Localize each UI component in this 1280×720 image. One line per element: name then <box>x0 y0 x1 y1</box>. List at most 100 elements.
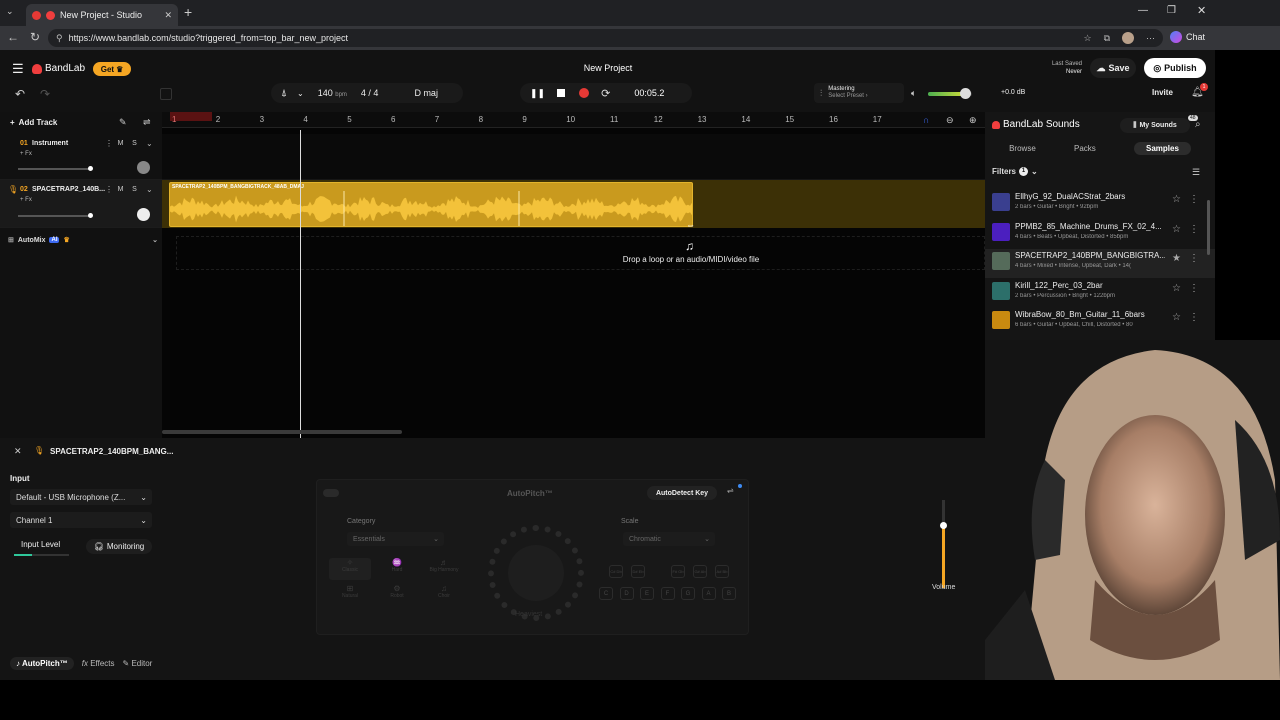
record-icon[interactable] <box>579 88 590 98</box>
track-expand-icon[interactable]: ⌄ <box>146 139 153 148</box>
tab-list-icon[interactable]: ⌄ <box>6 6 14 17</box>
sound-list-item[interactable]: Kirill_122_Perc_03_2bar 2 bars • Percussi… <box>985 279 1215 308</box>
preset-button[interactable]: ✧ Classic <box>329 558 371 580</box>
track-lane-1[interactable] <box>162 134 985 180</box>
zoom-out-icon[interactable]: ⊖ <box>946 115 954 126</box>
sound-more-icon[interactable]: ⋮ <box>1189 194 1199 205</box>
mastering-button[interactable]: ⫶ Mastering Select Preset › <box>814 83 904 103</box>
key-selector[interactable]: D maj <box>414 88 438 98</box>
preset-button[interactable]: ♫ Choir <box>423 584 465 606</box>
ruler[interactable]: 1 2 3 4 5 6 7 8 9 10 11 12 13 14 15 16 17 ∩ ⊖ ⊕ <box>162 112 985 128</box>
profile-avatar[interactable] <box>1122 32 1134 44</box>
sound-thumbnail[interactable] <box>992 193 1010 211</box>
favorite-star-icon[interactable]: ☆ <box>1172 224 1181 235</box>
add-track-button[interactable]: + Add Track <box>10 118 57 127</box>
track-header-2[interactable]: 🎙︎ 02 SPACETRAP2_140B... ⋮ M S ⌄ + Fx <box>0 180 162 228</box>
sound-thumbnail[interactable] <box>992 281 1010 300</box>
preset-button[interactable]: ♬ Big Harmony <box>423 558 465 580</box>
pencil-icon[interactable]: ✎ <box>119 117 127 128</box>
note-key[interactable]: A <box>701 587 716 600</box>
mute-button[interactable]: M <box>115 185 126 195</box>
automix-row[interactable]: ⊞ AutoMix AI ♛ ⌄ <box>8 236 158 245</box>
playhead[interactable] <box>300 130 301 438</box>
track-name[interactable]: SPACETRAP2_140B... <box>32 186 105 193</box>
add-fx-button[interactable]: + Fx <box>20 151 32 157</box>
note-key[interactable]: E <box>640 587 654 600</box>
output-volume-knob[interactable] <box>940 522 947 529</box>
track-volume-knob[interactable] <box>88 166 93 171</box>
sharp-key[interactable]: A# Bb <box>715 565 729 578</box>
browser-tab[interactable]: New Project - Studio ✕ <box>26 4 178 26</box>
track-name[interactable]: Instrument <box>32 140 68 147</box>
timeline[interactable]: 1 2 3 4 5 6 7 8 9 10 11 12 13 14 15 16 17 ∩ ⊖ ⊕ SPACETRA… <box>162 112 985 438</box>
menu-dots-icon[interactable]: ⋯ <box>1146 33 1155 44</box>
track-menu-icon[interactable]: ⋮ <box>105 139 113 148</box>
solo-button[interactable]: S <box>129 185 140 195</box>
new-tab-icon[interactable]: + <box>184 4 192 20</box>
save-button[interactable]: ☁ Save <box>1090 58 1136 78</box>
output-volume-slider[interactable] <box>940 500 947 588</box>
note-key[interactable]: F <box>660 587 675 600</box>
pause-icon[interactable]: ❚❚ <box>530 88 545 99</box>
track-pan-knob[interactable] <box>137 208 150 221</box>
tab-close-icon[interactable]: ✕ <box>164 10 172 21</box>
invite-button[interactable]: Invite <box>1152 88 1173 97</box>
track-volume-knob[interactable] <box>88 213 93 218</box>
snap-magnet-icon[interactable]: ∩ <box>923 115 929 125</box>
track-header-1[interactable]: 01 Instrument ⋮ M S ⌄ + Fx <box>0 134 162 180</box>
tab-editor[interactable]: ✎ Editor <box>123 659 153 668</box>
horizontal-scrollbar[interactable] <box>162 430 402 434</box>
metronome-icon[interactable]: ⍋ <box>281 88 287 99</box>
track-volume-slider[interactable] <box>18 213 93 218</box>
favorite-star-icon[interactable]: ☆ <box>1172 194 1181 205</box>
sharp-key[interactable]: C# Db <box>609 565 623 578</box>
bandlab-logo[interactable]: BandLab <box>32 63 85 74</box>
window-close-icon[interactable]: ✕ <box>1197 4 1206 17</box>
extensions-icon[interactable]: ⧉ <box>1104 33 1110 44</box>
sound-more-icon[interactable]: ⋮ <box>1189 224 1199 235</box>
input-device-select[interactable]: Default - USB Microphone (Z... ⌄ <box>10 489 152 505</box>
track-pan-knob[interactable] <box>137 161 150 174</box>
sound-more-icon[interactable]: ⋮ <box>1189 253 1199 264</box>
note-key[interactable]: D <box>619 587 634 600</box>
sharp-key[interactable]: G# Ab <box>693 565 707 578</box>
favorite-star-icon[interactable]: ☆ <box>1172 312 1181 323</box>
mute-button[interactable]: M <box>115 139 126 149</box>
preset-button[interactable]: ⚙ Robot <box>376 584 418 606</box>
track-expand-icon[interactable]: ⌄ <box>146 185 153 194</box>
zoom-in-icon[interactable]: ⊕ <box>969 115 977 126</box>
category-select[interactable]: Essentials ⌄ <box>347 532 444 546</box>
sound-thumbnail[interactable] <box>992 222 1010 241</box>
drop-zone[interactable] <box>176 236 985 270</box>
solo-button[interactable]: S <box>129 139 140 149</box>
bookmark-star-icon[interactable]: ☆ <box>1083 33 1091 44</box>
monitoring-button[interactable]: 🎧︎ Monitoring <box>86 539 152 554</box>
tab-browse[interactable]: Browse <box>1009 144 1036 153</box>
sharp-key[interactable]: D# Eb <box>631 565 645 578</box>
chat-button[interactable]: Chat <box>1170 31 1205 43</box>
sound-list-item[interactable]: PPMB2_85_Machine_Drums_FX_02_4... 4 bars … <box>985 220 1215 249</box>
site-info-icon[interactable]: ⚲ <box>56 33 63 44</box>
filters-button[interactable]: Filters 1 ⌄ <box>992 167 1038 176</box>
sound-more-icon[interactable]: ⋮ <box>1189 283 1199 294</box>
autodetect-key-button[interactable]: AutoDetect Key <box>647 486 717 500</box>
channel-select[interactable]: Channel 1 ⌄ <box>10 512 152 528</box>
tempo-field[interactable]: 140 bpm <box>318 88 347 98</box>
tab-effects[interactable]: fx Effects <box>82 659 115 668</box>
autopitch-power-toggle[interactable] <box>323 489 339 497</box>
restore-icon[interactable]: ❐ <box>1167 5 1176 16</box>
speaker-icon[interactable]: 🔈︎ <box>911 88 916 99</box>
sound-more-icon[interactable]: ⋮ <box>1189 312 1199 323</box>
automix-expand-icon[interactable]: ⌄ <box>152 236 158 244</box>
back-icon[interactable]: ← <box>7 30 19 44</box>
tool-icon[interactable] <box>160 88 172 100</box>
sound-thumbnail[interactable] <box>992 311 1010 329</box>
master-volume-knob[interactable] <box>960 88 972 99</box>
sharp-key[interactable]: F# Gb <box>671 565 685 578</box>
track-volume-slider[interactable] <box>18 166 93 171</box>
bottom-close-icon[interactable]: ✕ <box>14 446 22 457</box>
scale-select[interactable]: Chromatic ⌄ <box>623 532 715 546</box>
preset-button[interactable]: ⊞ Natural <box>329 584 371 606</box>
minimize-icon[interactable]: — <box>1138 5 1148 16</box>
sort-icon[interactable]: ☰ <box>1192 167 1200 178</box>
